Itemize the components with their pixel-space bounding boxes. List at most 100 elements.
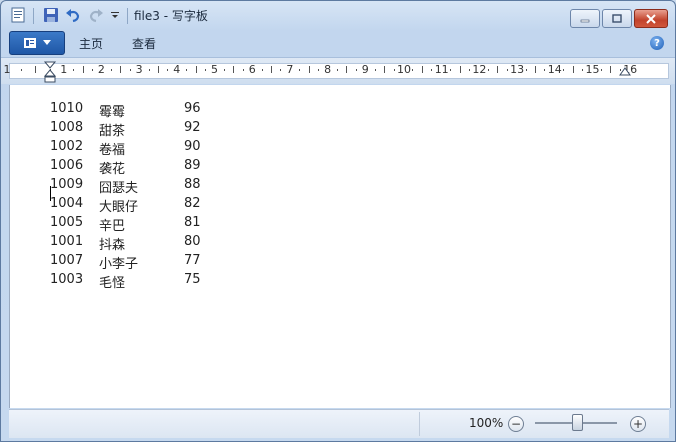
save-icon[interactable] bbox=[42, 6, 60, 24]
ruler-tick bbox=[610, 66, 612, 73]
document-area[interactable]: 1010 霉霉 96 1008 甜茶 92 1002 卷福 90 1006 袭花 89 1009 囧瑟夫 8… bbox=[9, 85, 671, 408]
ruler-dot bbox=[73, 69, 75, 71]
ruler-tick bbox=[233, 66, 235, 73]
ruler-dot bbox=[544, 69, 546, 71]
ruler-number: 9 bbox=[361, 63, 369, 76]
minimize-icon bbox=[580, 19, 590, 22]
ruler-dot bbox=[261, 69, 263, 71]
ruler-number: 4 bbox=[173, 63, 181, 76]
file-menu-icon bbox=[24, 38, 36, 48]
ruler-tick bbox=[35, 66, 37, 73]
ruler-tick bbox=[572, 66, 574, 73]
ruler-tick bbox=[534, 66, 536, 73]
ruler-tick bbox=[459, 66, 461, 73]
ruler-dot bbox=[450, 69, 452, 71]
ruler-number: 5 bbox=[211, 63, 218, 76]
ruler-dot bbox=[355, 69, 357, 71]
help-icon[interactable]: ? bbox=[650, 36, 664, 50]
ruler-dot bbox=[487, 69, 489, 71]
minimize-button[interactable] bbox=[570, 9, 600, 28]
ruler-dot bbox=[506, 69, 508, 71]
tab-view[interactable]: 查看 bbox=[132, 35, 156, 52]
ruler-dot bbox=[223, 69, 225, 71]
row-id: 1003 bbox=[50, 272, 84, 287]
row-id: 1005 bbox=[50, 215, 84, 230]
wordpad-window: file3 - 写字板 主页 查看 ? 1 1 2 3 4 5 6 7 8 9 10 11 12 13 14… bbox=[0, 0, 676, 442]
ruler-number: 10 bbox=[397, 63, 411, 76]
ruler-tick bbox=[120, 66, 122, 73]
zoom-out-icon: − bbox=[510, 417, 522, 431]
ruler-number: 11 bbox=[434, 63, 449, 76]
ruler-number: 2 bbox=[97, 63, 105, 76]
ruler-dot bbox=[374, 69, 376, 71]
row-name: 卷福 bbox=[99, 143, 126, 158]
row-score: 96 bbox=[184, 101, 201, 116]
ruler-dot bbox=[21, 69, 23, 71]
ruler-dot bbox=[412, 69, 414, 71]
chevron-down-icon bbox=[43, 40, 51, 45]
row-score: 89 bbox=[184, 158, 201, 173]
ruler-dot bbox=[205, 69, 207, 71]
ruler-dot bbox=[186, 69, 188, 71]
row-name: 毛怪 bbox=[99, 276, 126, 291]
ruler-tick bbox=[497, 66, 499, 73]
maximize-icon bbox=[612, 13, 622, 23]
ruler-dot bbox=[280, 69, 282, 71]
zoom-out-button[interactable]: − bbox=[508, 416, 524, 432]
right-indent-marker-icon[interactable] bbox=[619, 67, 631, 77]
ruler-dot bbox=[468, 69, 470, 71]
tab-home[interactable]: 主页 bbox=[79, 35, 103, 52]
ruler-number: 12 bbox=[472, 63, 487, 76]
title-separator bbox=[127, 8, 128, 24]
ruler-dot bbox=[318, 69, 320, 71]
zoom-slider-thumb[interactable] bbox=[572, 414, 583, 431]
row-score: 81 bbox=[184, 215, 201, 230]
ruler-dot bbox=[91, 69, 93, 71]
row-id: 1001 bbox=[50, 234, 84, 249]
ruler-number: 13 bbox=[510, 63, 525, 76]
row-score: 80 bbox=[184, 234, 201, 249]
undo-icon[interactable] bbox=[64, 6, 82, 24]
wordpad-app-icon[interactable] bbox=[9, 6, 27, 24]
ruler-number: 1 bbox=[60, 63, 68, 76]
redo-icon[interactable] bbox=[87, 6, 105, 24]
ruler-track bbox=[9, 63, 669, 79]
row-name: 辛巴 bbox=[99, 219, 126, 234]
zoom-in-icon: + bbox=[632, 417, 644, 431]
ruler-dot bbox=[148, 69, 150, 71]
title-bar: file3 - 写字板 bbox=[1, 1, 675, 29]
ruler[interactable]: 1 1 2 3 4 5 6 7 8 9 10 11 12 13 14 15 16 bbox=[1, 57, 675, 84]
ruler-dot bbox=[525, 69, 527, 71]
row-id: 1007 bbox=[50, 253, 84, 268]
maximize-button[interactable] bbox=[602, 9, 632, 28]
row-name: 霉霉 bbox=[99, 105, 126, 120]
indent-marker-icon[interactable] bbox=[44, 61, 56, 83]
row-name: 甜茶 bbox=[99, 124, 126, 139]
ruler-tick bbox=[157, 66, 159, 73]
row-id: 1009 bbox=[50, 177, 84, 192]
ruler-dot bbox=[431, 69, 433, 71]
row-name: 小李子 bbox=[99, 257, 139, 272]
customize-quick-access-icon[interactable] bbox=[106, 6, 124, 24]
ruler-dot bbox=[110, 69, 112, 71]
ruler-dot bbox=[582, 69, 584, 71]
ruler-tick bbox=[195, 66, 197, 73]
status-bar: 100% − + bbox=[9, 409, 669, 438]
row-name: 大眼仔 bbox=[99, 200, 139, 215]
close-icon bbox=[646, 13, 656, 24]
row-id: 1006 bbox=[50, 158, 84, 173]
ruler-dot bbox=[337, 69, 339, 71]
row-id: 1008 bbox=[50, 120, 84, 135]
row-id: 1010 bbox=[50, 101, 84, 116]
row-score: 90 bbox=[184, 139, 201, 154]
quick-access-separator bbox=[33, 8, 34, 24]
file-menu-button[interactable] bbox=[9, 31, 65, 55]
close-button[interactable] bbox=[634, 9, 668, 28]
ruler-tick bbox=[308, 66, 310, 73]
ruler-number: 15 bbox=[585, 63, 600, 76]
zoom-in-button[interactable]: + bbox=[630, 416, 646, 432]
ruler-number: 3 bbox=[135, 63, 143, 76]
ruler-tick bbox=[384, 66, 386, 73]
ruler-number: 6 bbox=[248, 63, 256, 76]
zoom-level-label: 100% bbox=[469, 416, 504, 430]
